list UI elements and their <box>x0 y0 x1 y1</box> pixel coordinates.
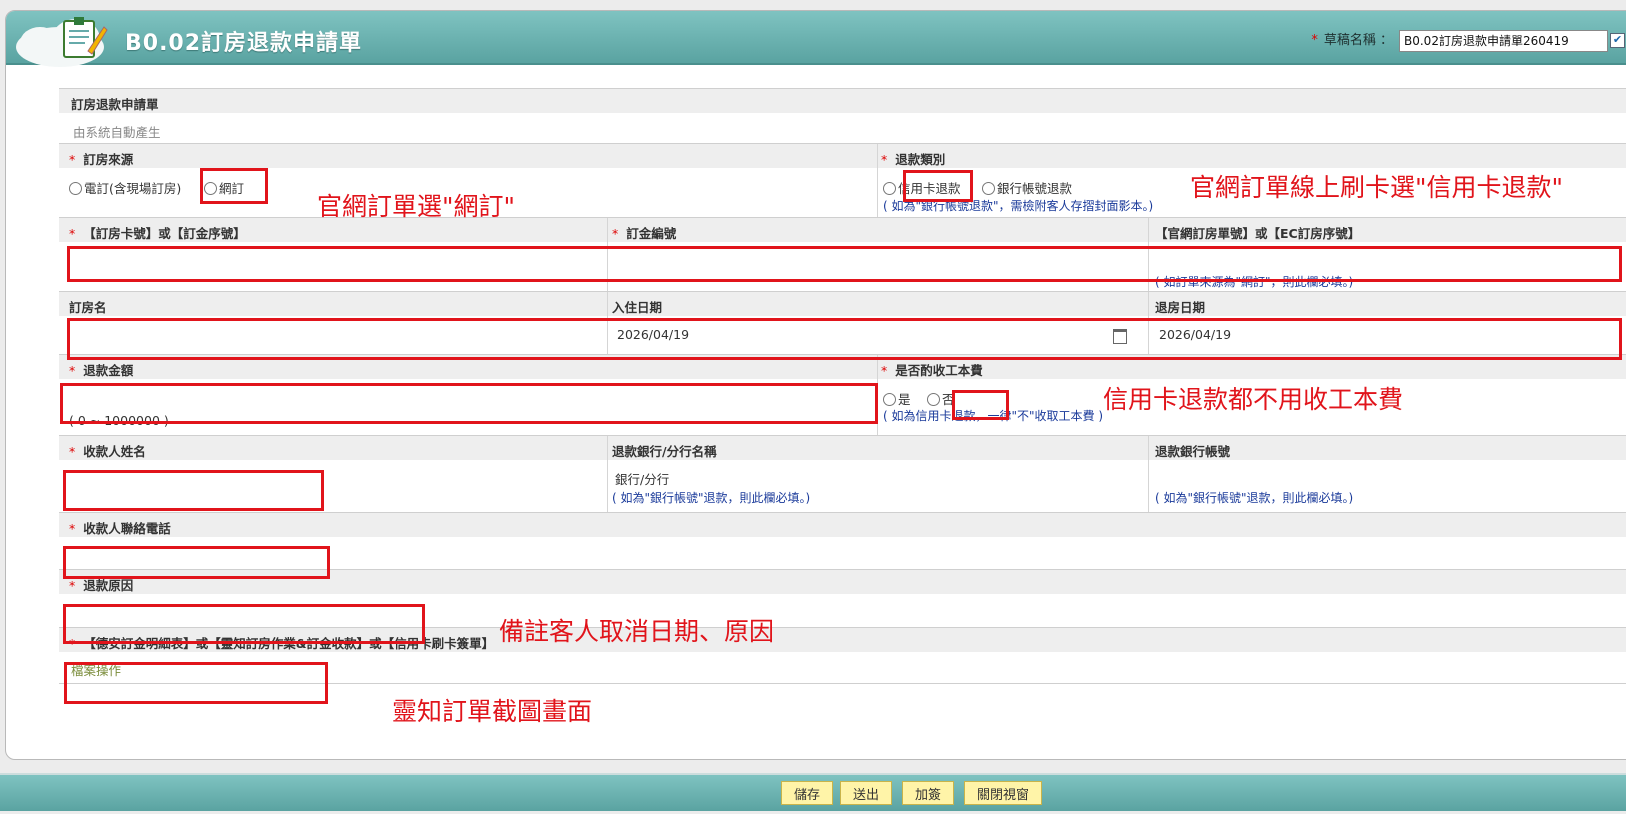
radio-icon[interactable] <box>927 393 940 406</box>
close-window-button[interactable]: 關閉視窗 <box>964 781 1042 805</box>
submit-button[interactable]: 送出 <box>840 781 892 805</box>
section-title: 訂房退款申請單 <box>71 97 159 112</box>
highlight-box-refund-reason <box>63 604 425 644</box>
booking-source-phone-option[interactable]: 電訂(含現場訂房) <box>69 178 181 197</box>
fee-no-option[interactable]: 否 <box>927 389 955 408</box>
card-number-label: 【訂房卡號】或【訂金序號】 <box>83 226 246 241</box>
bank-account-label: 退款銀行帳號 <box>1155 444 1231 459</box>
bank-branch-field[interactable]: 銀行/分行 <box>615 469 669 488</box>
auto-generated-text: 由系統自動產生 <box>73 125 161 140</box>
radio-icon[interactable] <box>69 182 82 195</box>
highlight-box-web-order <box>200 168 268 204</box>
save-button[interactable]: 儲存 <box>781 781 833 805</box>
bank-branch-hint: ( 如為"銀行帳號"退款，則此欄必填。) <box>612 491 811 505</box>
annotation-credit-card: 官網訂單線上刷卡選"信用卡退款" <box>1190 173 1563 202</box>
bank-account-hint: ( 如為"銀行帳號"退款，則此欄必填。) <box>1155 491 1354 505</box>
annotation-reason-note: 備註客人取消日期、原因 <box>499 617 775 646</box>
checkin-label: 入住日期 <box>612 300 663 315</box>
highlight-box-order-number <box>67 246 1622 282</box>
section-title-row: 訂房退款申請單 由系統自動產生 <box>59 88 1626 143</box>
highlight-box-stay-dates <box>67 318 1622 360</box>
add-signer-button[interactable]: 加簽 <box>902 781 954 805</box>
annotation-screenshot-note: 靈知訂單截圖畫面 <box>392 697 593 726</box>
draft-confirm-checkbox[interactable]: ✔ <box>1610 33 1625 48</box>
payee-name-label: 收款人姓名 <box>83 444 146 459</box>
radio-icon[interactable] <box>883 393 896 406</box>
highlight-box-payee-phone <box>63 546 330 579</box>
annotation-web-order: 官網訂單選"網訂" <box>317 192 515 221</box>
radio-icon[interactable] <box>883 182 896 195</box>
draft-name-area: *草稿名稱 ：✔ <box>1311 29 1625 52</box>
guest-name-label: 訂房名 <box>69 300 107 315</box>
checkout-label: 退房日期 <box>1155 300 1206 315</box>
refund-reason-label: 退款原因 <box>83 578 134 593</box>
form-logo-icon <box>16 17 108 67</box>
refund-type-bank-option[interactable]: 銀行帳號退款 <box>982 178 1072 197</box>
draft-name-label: 草稿名稱 ： <box>1323 33 1393 48</box>
fee-label: 是否酌收工本費 <box>895 363 983 378</box>
highlight-box-fee-no <box>952 390 1009 420</box>
highlight-box-payee-name <box>63 470 324 511</box>
fee-yes-option[interactable]: 是 <box>883 389 911 408</box>
refund-amount-label: 退款金額 <box>83 363 134 378</box>
bank-branch-label: 退款銀行/分行名稱 <box>612 444 717 459</box>
annotation-no-fee: 信用卡退款都不用收工本費 <box>1103 385 1404 414</box>
radio-icon[interactable] <box>982 182 995 195</box>
highlight-box-attachment <box>64 662 328 704</box>
highlight-box-refund-amount <box>60 383 878 424</box>
header-bar: B0.02訂房退款申請單 *草稿名稱 ：✔ <box>6 11 1626 67</box>
web-order-label: 【官網訂房單號】或【EC訂房序號】 <box>1155 226 1361 241</box>
draft-name-input[interactable] <box>1399 29 1608 52</box>
deposit-number-label: 訂金編號 <box>626 226 677 241</box>
booking-source-label: 訂房來源 <box>83 152 134 167</box>
page-title: B0.02訂房退款申請單 <box>125 31 363 56</box>
highlight-box-credit-card <box>903 170 973 202</box>
refund-type-label: 退款類別 <box>895 152 946 167</box>
payee-phone-label: 收款人聯絡電話 <box>83 521 171 536</box>
